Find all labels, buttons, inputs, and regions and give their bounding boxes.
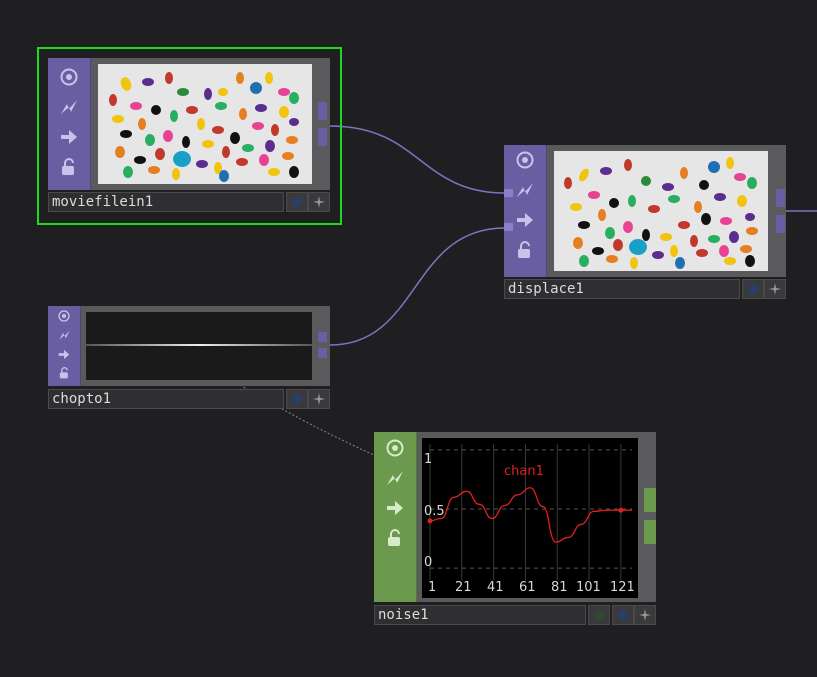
input-connector[interactable] (374, 520, 384, 600)
lock-icon[interactable] (48, 364, 80, 382)
viewer-toggle-button[interactable] (286, 192, 308, 212)
texture-line (86, 344, 312, 346)
bypass-icon[interactable] (48, 326, 80, 344)
x-tick-label: 1 (428, 580, 437, 595)
cook-dot-icon (594, 610, 604, 620)
wire-chopto-displace (329, 227, 506, 346)
channel-name: chan1 (504, 464, 544, 479)
sparkle-icon (313, 196, 325, 208)
x-tick-label: 101 (576, 580, 601, 595)
sparkle-icon (313, 393, 325, 405)
node-sidebar (504, 145, 547, 277)
viewer-toggle-button[interactable] (742, 279, 764, 299)
output-connector[interactable] (318, 102, 327, 120)
output-connector[interactable] (318, 128, 327, 146)
channel-graph (427, 444, 632, 580)
jellybean-image (98, 64, 312, 184)
x-tick-label: 61 (519, 580, 536, 595)
node-name-label[interactable]: moviefilein1 (48, 192, 284, 212)
preview-jellybeans (98, 64, 312, 184)
viewer-icon[interactable] (504, 145, 546, 175)
jellybean-image (554, 151, 768, 271)
pin-button[interactable] (634, 605, 656, 625)
output-connector[interactable] (318, 332, 327, 342)
sparkle-icon (639, 609, 651, 621)
node-sidebar (48, 58, 91, 190)
preview-displaced-jellybeans (554, 151, 768, 271)
input-connector[interactable] (374, 460, 384, 518)
viewer-toggle-button[interactable] (612, 605, 634, 625)
lock-icon[interactable] (504, 235, 546, 265)
viewer-icon[interactable] (48, 62, 90, 92)
input-connector[interactable] (504, 189, 513, 197)
x-tick-label: 21 (455, 580, 472, 595)
viewer-dot-icon (618, 610, 628, 620)
sparkle-icon (769, 283, 781, 295)
node-sidebar (48, 306, 81, 386)
output-connector[interactable] (644, 520, 656, 544)
x-tick-label: 121 (610, 580, 635, 595)
viewer-dot-icon (292, 197, 302, 207)
y-tick-label: 1 (424, 452, 433, 467)
x-tick-label: 81 (551, 580, 568, 595)
y-tick-label: 0 (424, 555, 433, 570)
output-connector[interactable] (318, 348, 327, 358)
output-connector[interactable] (644, 488, 656, 512)
viewer-icon[interactable] (48, 307, 80, 325)
bypass-icon[interactable] (48, 92, 90, 122)
start-marker (427, 518, 433, 524)
wire-moviefilein-displace (329, 125, 506, 194)
viewer-icon[interactable] (374, 433, 416, 463)
node-name-label[interactable]: chopto1 (48, 389, 284, 409)
pin-button[interactable] (308, 389, 330, 409)
arrow-icon[interactable] (48, 122, 90, 152)
output-connector[interactable] (776, 215, 785, 233)
noise-graph: chan1 1 0.5 0 1 21 41 61 81 101 121 (422, 438, 638, 598)
series-line-chan1 (429, 487, 632, 543)
y-tick-label: 0.5 (424, 504, 445, 519)
viewer-dot-icon (748, 284, 758, 294)
viewer-toggle-button[interactable] (286, 389, 308, 409)
pin-button[interactable] (308, 192, 330, 212)
node-name-label[interactable]: noise1 (374, 605, 586, 625)
cook-toggle-button[interactable] (588, 605, 610, 625)
output-connector[interactable] (776, 189, 785, 207)
x-tick-label: 41 (487, 580, 504, 595)
arrow-icon[interactable] (48, 345, 80, 363)
node-name-label[interactable]: displace1 (504, 279, 740, 299)
pin-button[interactable] (764, 279, 786, 299)
lock-icon[interactable] (48, 152, 90, 182)
input-connector[interactable] (504, 223, 513, 231)
preview-chop-texture (86, 312, 312, 380)
viewer-dot-icon (292, 394, 302, 404)
end-marker (618, 507, 624, 513)
